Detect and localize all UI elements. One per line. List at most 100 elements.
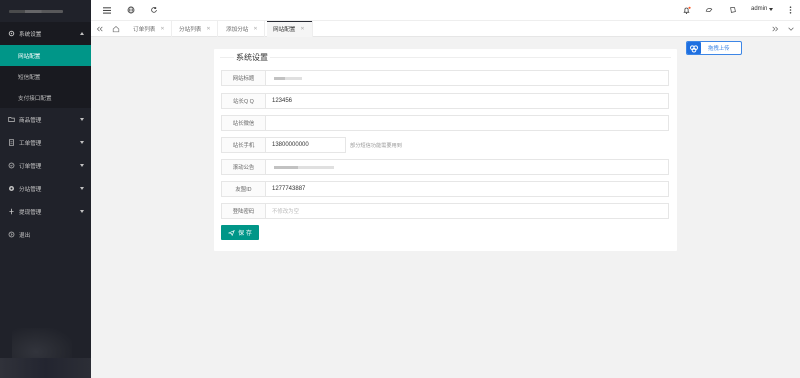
password-input[interactable]: 不修改为空	[266, 203, 669, 219]
menu-icon[interactable]	[102, 5, 112, 15]
cloud-upload-icon	[687, 42, 701, 54]
logout-icon	[7, 231, 15, 239]
field-value: 13800000000	[272, 142, 309, 148]
note-icon[interactable]	[728, 5, 738, 15]
field-placeholder: 不修改为空	[272, 209, 299, 215]
send-icon	[228, 229, 235, 236]
chevron-up-icon	[80, 32, 84, 35]
fieldset-border	[220, 57, 671, 58]
chevron-down-icon[interactable]	[786, 24, 796, 34]
more-vertical-icon[interactable]	[785, 5, 795, 15]
form-title: 系统设置	[234, 52, 270, 63]
field-row-announcement: 滚动公告	[221, 159, 669, 175]
sidebar-item-label: 工单管理	[19, 140, 42, 147]
sidebar-subitem-sms-config[interactable]: 短信配置	[0, 66, 91, 87]
sidebar-item-label: 提现管理	[19, 209, 42, 216]
chevron-down-icon	[769, 7, 774, 11]
field-label: 网站标题	[221, 70, 266, 86]
announcement-input[interactable]	[266, 159, 669, 175]
sidebar-subitem-payment-config[interactable]: 支付接口配置	[0, 87, 91, 108]
phone-hint: 部分短信功能需要用到	[350, 142, 402, 149]
folder-icon	[7, 116, 15, 124]
phone-input[interactable]: 13800000000	[266, 137, 346, 153]
tab-site-config[interactable]: 网站配置 ✕	[267, 21, 313, 37]
field-row-wechat: 站长微信	[221, 115, 669, 131]
sidebar-item-logout[interactable]: 退出	[0, 223, 91, 246]
sidebar-item-orders[interactable]: 订单管理	[0, 154, 91, 177]
sidebar-subitem-site-config[interactable]: 网站配置	[0, 45, 91, 66]
globe-icon	[7, 185, 15, 193]
umeng-id-input[interactable]: 1277743887	[266, 181, 669, 197]
blurred-area	[0, 358, 91, 378]
sidebar: 系统设置 网站配置 短信配置 支付接口配置 商品管理 工单管理 订单管理 分站管…	[0, 0, 91, 378]
qq-input[interactable]: 123456	[266, 93, 669, 109]
masked-text	[274, 165, 334, 169]
save-label: 保 存	[238, 231, 252, 237]
user-menu[interactable]: admin	[751, 6, 774, 12]
field-row-password: 登陆密码 不修改为空	[221, 203, 669, 219]
upload-label: 拖拽上传	[708, 46, 730, 52]
masked-text	[274, 76, 302, 80]
chevron-down-icon	[80, 164, 84, 167]
close-icon[interactable]: ✕	[160, 26, 164, 32]
tabs-scroll-left-icon[interactable]	[94, 24, 104, 34]
logo-mark	[9, 9, 63, 13]
withdraw-icon	[7, 208, 15, 216]
top-header: admin	[91, 0, 800, 21]
sidebar-item-system-settings[interactable]: 系统设置	[0, 22, 91, 45]
close-icon[interactable]: ✕	[206, 26, 210, 32]
tab-bar: 订单列表 ✕ 分站列表 ✕ 添加分站 ✕ 网站配置 ✕	[91, 21, 800, 37]
save-button[interactable]: 保 存	[221, 225, 259, 240]
document-icon	[7, 139, 15, 147]
field-label: 站长微信	[221, 115, 266, 131]
field-label: 友盟ID	[221, 181, 266, 197]
tab-label: 网站配置	[273, 27, 296, 33]
wechat-input[interactable]	[266, 115, 669, 131]
close-icon[interactable]: ✕	[253, 26, 257, 32]
tabs-scroll-right-icon[interactable]	[770, 24, 780, 34]
bell-icon[interactable]	[681, 5, 691, 15]
tab-label: 订单列表	[133, 27, 156, 33]
gear-icon	[7, 30, 15, 38]
field-label: 站长手机	[221, 137, 266, 153]
tab-label: 分站列表	[179, 27, 202, 33]
field-row-qq: 站长Q Q 123456	[221, 93, 669, 109]
field-label: 站长Q Q	[221, 93, 266, 109]
chevron-down-icon	[80, 187, 84, 190]
sidebar-item-products[interactable]: 商品管理	[0, 108, 91, 131]
sidebar-item-withdrawals[interactable]: 提现管理	[0, 200, 91, 223]
logo	[0, 0, 91, 22]
close-icon[interactable]: ✕	[300, 26, 304, 32]
order-icon	[7, 162, 15, 170]
field-row-phone: 站长手机 13800000000 部分短信功能需要用到	[221, 137, 669, 153]
tab-order-list[interactable]: 订单列表 ✕	[127, 21, 172, 37]
chevron-down-icon	[80, 141, 84, 144]
sidebar-item-label: 退出	[19, 232, 31, 239]
globe-icon[interactable]	[126, 5, 136, 15]
site-title-input[interactable]	[266, 70, 669, 86]
username: admin	[751, 6, 768, 12]
home-icon[interactable]	[111, 24, 121, 34]
sidebar-item-substations[interactable]: 分站管理	[0, 177, 91, 200]
field-row-umeng-id: 友盟ID 1277743887	[221, 181, 669, 197]
settings-panel: 系统设置 网站标题 站长Q Q 123456 站长微信 站长手机 1380000…	[214, 49, 677, 251]
field-value: 123456	[272, 98, 293, 104]
sidebar-item-label: 订单管理	[19, 163, 42, 170]
tab-label: 添加分站	[226, 27, 249, 33]
field-value: 1277743887	[272, 186, 306, 192]
drag-upload-button[interactable]: 拖拽上传	[686, 41, 742, 55]
chevron-down-icon	[80, 118, 84, 121]
sidebar-item-label: 分站管理	[19, 186, 42, 193]
sidebar-item-tickets[interactable]: 工单管理	[0, 131, 91, 154]
sidebar-submenu: 网站配置 短信配置 支付接口配置	[0, 45, 91, 108]
refresh-icon[interactable]	[149, 5, 159, 15]
sidebar-item-label: 商品管理	[19, 117, 42, 124]
sidebar-item-label: 系统设置	[19, 31, 42, 38]
field-row-site-title: 网站标题	[221, 70, 669, 86]
field-label: 滚动公告	[221, 159, 266, 175]
tab-substation-list[interactable]: 分站列表 ✕	[173, 21, 218, 37]
field-label: 登陆密码	[221, 203, 266, 219]
tab-add-substation[interactable]: 添加分站 ✕	[220, 21, 265, 37]
theme-icon[interactable]	[704, 5, 714, 15]
chevron-down-icon	[80, 210, 84, 213]
